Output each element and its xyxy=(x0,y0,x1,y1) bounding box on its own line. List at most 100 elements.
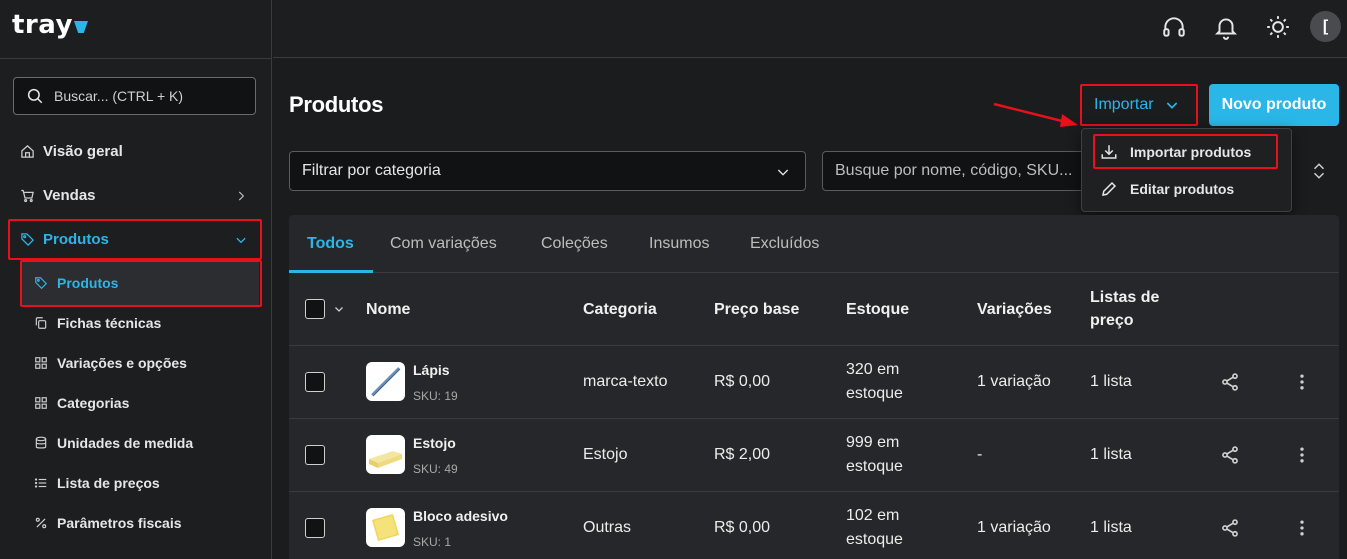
user-avatar[interactable]: [ xyxy=(1310,11,1341,42)
product-stock: 999 em estoque xyxy=(846,434,903,475)
sidebar-subitem-fichas-tecnicas[interactable]: Fichas técnicas xyxy=(34,315,161,331)
tab-com-variacoes[interactable]: Com variações xyxy=(390,235,497,253)
sidebar-item-label: Produtos xyxy=(43,231,109,248)
tab-colecoes[interactable]: Coleções xyxy=(541,235,608,253)
headset-icon xyxy=(1163,17,1185,37)
sticky-note-product-image xyxy=(372,514,399,541)
page-title: Produtos xyxy=(289,92,384,117)
product-price: R$ 0,00 xyxy=(714,373,771,390)
product-sku: SKU: 49 xyxy=(413,462,458,476)
sidebar-subitem-label: Fichas técnicas xyxy=(57,315,162,331)
theme-toggle-button[interactable] xyxy=(1264,13,1292,41)
select-all-checkbox[interactable] xyxy=(305,299,325,319)
pencil-icon xyxy=(1102,181,1117,196)
column-header-preco-base[interactable]: Preço base xyxy=(714,298,799,321)
grid-icon xyxy=(35,357,47,369)
row-checkbox[interactable] xyxy=(305,372,325,392)
grid-icon xyxy=(35,397,47,409)
column-header-categoria[interactable]: Categoria xyxy=(583,298,657,321)
tray-logo[interactable]: tray xyxy=(12,10,88,40)
sidebar-subitem-unidades-medida[interactable]: Unidades de medida xyxy=(34,435,193,451)
product-variations: 1 variação xyxy=(977,519,1051,536)
logo-text: tray xyxy=(12,10,73,40)
chevron-down-icon xyxy=(1166,102,1177,109)
menu-item-import-products[interactable]: Importar produtos xyxy=(1100,143,1251,161)
category-filter-select[interactable]: Filtrar por categoria xyxy=(289,151,806,191)
notifications-button[interactable] xyxy=(1212,13,1240,41)
logo-cart-mark xyxy=(73,21,88,33)
cart-icon xyxy=(21,189,34,203)
percent-icon xyxy=(35,517,47,529)
sidebar-subitem-label: Parâmetros fiscais xyxy=(57,515,182,531)
sidebar-subitem-categorias[interactable]: Categorias xyxy=(34,395,129,411)
product-sku: SKU: 19 xyxy=(413,389,458,403)
product-price-lists: 1 lista xyxy=(1090,446,1132,463)
sidebar-item-visao-geral[interactable]: Visão geral xyxy=(20,143,123,160)
avatar-initial: [ xyxy=(1322,17,1329,35)
annotation-arrow xyxy=(993,102,1078,127)
product-price-lists: 1 lista xyxy=(1090,373,1132,390)
share-icon[interactable] xyxy=(1220,372,1240,392)
product-category: Estojo xyxy=(583,446,628,463)
product-thumbnail-bloco-adesivo xyxy=(366,508,405,547)
sidebar-subitem-parametros-fiscais[interactable]: Parâmetros fiscais xyxy=(34,515,182,531)
product-search-input[interactable] xyxy=(835,162,1086,180)
copy-icon xyxy=(35,317,47,329)
import-dropdown-menu: Importar produtos Editar produtos xyxy=(1081,128,1292,212)
product-name[interactable]: Lápis xyxy=(413,362,450,378)
pencil-case-product-image xyxy=(369,451,402,468)
more-options-icon[interactable] xyxy=(1292,372,1312,392)
product-name[interactable]: Estojo xyxy=(413,435,456,451)
column-header-nome[interactable]: Nome xyxy=(366,298,410,321)
column-header-estoque[interactable]: Estoque xyxy=(846,298,909,321)
products-table-panel: Todos Com variações Coleções Insumos Exc… xyxy=(289,215,1339,559)
more-options-icon[interactable] xyxy=(1292,518,1312,538)
tab-excluidos[interactable]: Excluídos xyxy=(750,235,819,253)
active-tab-underline xyxy=(289,270,373,273)
column-header-listas-preco[interactable]: Listas de preço xyxy=(1090,286,1180,332)
more-options-icon[interactable] xyxy=(1292,445,1312,465)
sidebar-subitem-produtos[interactable]: Produtos xyxy=(34,275,118,291)
sun-icon xyxy=(1267,16,1289,38)
download-icon xyxy=(1101,145,1117,159)
sort-icon[interactable] xyxy=(1310,161,1328,181)
sidebar-item-label: Vendas xyxy=(43,187,96,204)
sidebar-subitem-lista-precos[interactable]: Lista de preços xyxy=(34,475,160,491)
product-search-field[interactable] xyxy=(822,151,1087,191)
chevron-down-icon[interactable] xyxy=(333,303,345,315)
support-headset-button[interactable] xyxy=(1160,13,1188,41)
import-dropdown-button[interactable]: Importar xyxy=(1082,85,1196,125)
product-price: R$ 2,00 xyxy=(714,446,771,463)
pencil-product-image xyxy=(371,367,401,397)
database-icon xyxy=(35,436,47,449)
row-checkbox[interactable] xyxy=(305,518,325,538)
product-thumbnail-estojo xyxy=(366,435,405,474)
sidebar-subitem-variacoes-opcoes[interactable]: Variações e opções xyxy=(34,355,187,371)
menu-item-label: Importar produtos xyxy=(1130,144,1252,160)
sidebar-search[interactable] xyxy=(13,77,256,115)
sidebar-item-label: Visão geral xyxy=(43,143,123,160)
sidebar-item-vendas[interactable]: Vendas xyxy=(20,187,248,204)
share-icon[interactable] xyxy=(1220,445,1240,465)
tab-todos[interactable]: Todos xyxy=(307,235,354,253)
product-category: marca-texto xyxy=(583,373,668,390)
product-stock: 102 em estoque xyxy=(846,507,903,548)
new-product-button[interactable]: Novo produto xyxy=(1209,84,1339,126)
tag-icon xyxy=(35,277,48,290)
sidebar-item-produtos[interactable]: Produtos xyxy=(20,231,250,248)
row-checkbox[interactable] xyxy=(305,445,325,465)
product-stock: 320 em estoque xyxy=(846,361,903,402)
share-icon[interactable] xyxy=(1220,518,1240,538)
product-price: R$ 0,00 xyxy=(714,519,771,536)
column-header-variacoes[interactable]: Variações xyxy=(977,298,1052,321)
chevron-right-icon xyxy=(238,191,245,201)
product-tabs: Todos Com variações Coleções Insumos Exc… xyxy=(289,215,1339,273)
tab-insumos[interactable]: Insumos xyxy=(649,235,709,253)
sidebar-search-input[interactable] xyxy=(54,88,244,104)
sidebar-subitem-label: Categorias xyxy=(57,395,130,411)
tag-icon xyxy=(21,233,35,247)
product-name[interactable]: Bloco adesivo xyxy=(413,508,508,524)
sidebar: tray Visão geral Vendas Produtos Produto… xyxy=(0,0,272,559)
search-icon xyxy=(27,88,43,104)
menu-item-edit-products[interactable]: Editar produtos xyxy=(1100,180,1234,198)
